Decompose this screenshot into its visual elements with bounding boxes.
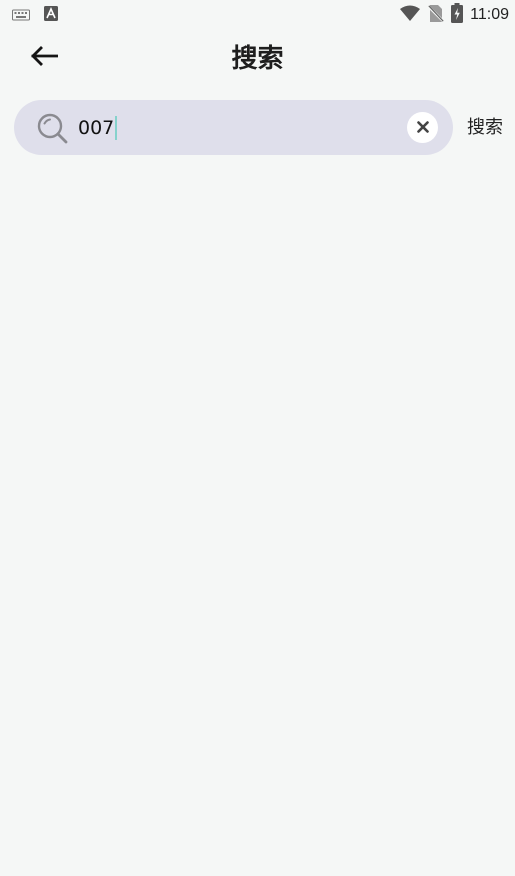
search-box[interactable]: 007: [14, 100, 453, 155]
clear-button[interactable]: [407, 112, 438, 143]
wifi-icon: [399, 4, 421, 26]
text-caret: [115, 116, 117, 140]
close-icon: [416, 118, 429, 137]
search-button[interactable]: 搜索: [467, 114, 503, 142]
status-time: 11:09: [470, 6, 509, 23]
app-bar: 搜索: [0, 30, 515, 86]
search-bar: 007 搜索: [0, 100, 515, 155]
battery-charging-icon: [451, 3, 464, 27]
search-input[interactable]: 007: [78, 114, 378, 142]
search-icon: [36, 112, 68, 144]
status-bar: 11:09: [0, 0, 515, 28]
search-input-value: 007: [78, 117, 115, 139]
status-left-icons: [12, 6, 58, 25]
a-badge-icon: [44, 6, 58, 25]
keyboard-icon: [12, 6, 30, 25]
status-right-icons: 11:09: [399, 3, 509, 27]
no-sim-icon: [427, 4, 446, 27]
page-title: 搜索: [231, 44, 284, 74]
